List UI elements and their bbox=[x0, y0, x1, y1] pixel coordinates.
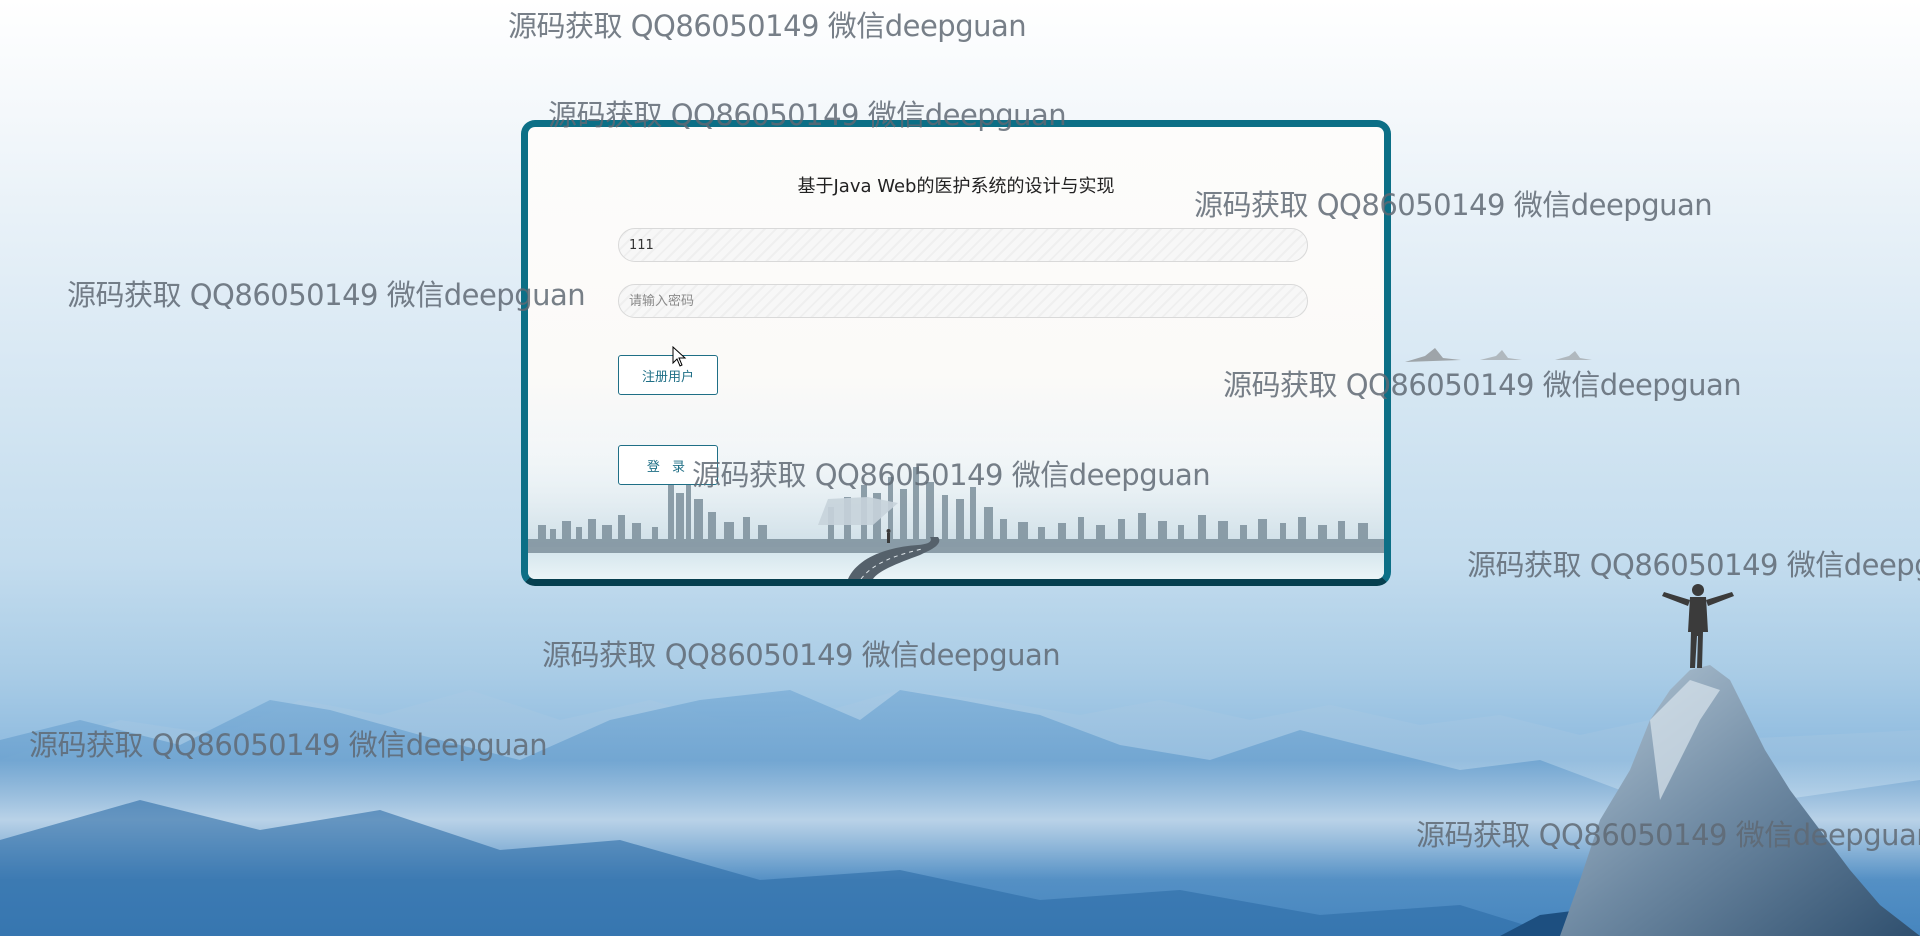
username-input[interactable] bbox=[618, 228, 1308, 262]
register-button[interactable]: 注册用户 bbox=[618, 355, 718, 395]
login-page: 基于Java Web的医护系统的设计与实现 注册用户 登 录 源码获取 QQ86… bbox=[0, 0, 1920, 936]
login-card: 基于Java Web的医护系统的设计与实现 注册用户 登 录 bbox=[521, 120, 1391, 586]
arrow-cursor-icon bbox=[672, 346, 687, 367]
login-button[interactable]: 登 录 bbox=[618, 445, 718, 485]
page-title: 基于Java Web的医护系统的设计与实现 bbox=[797, 176, 1115, 197]
password-input[interactable] bbox=[618, 284, 1308, 318]
